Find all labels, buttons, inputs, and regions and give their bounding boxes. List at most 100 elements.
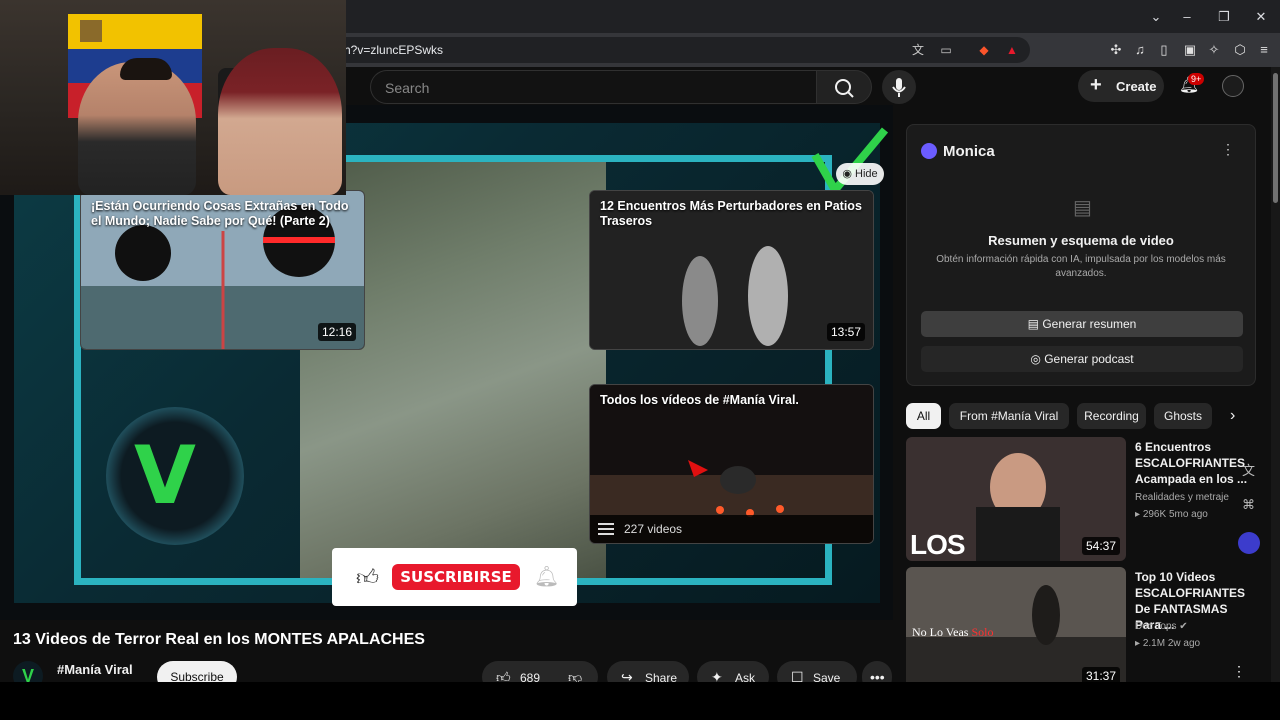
generate-summary-button[interactable]: ▤ Generar resumen xyxy=(921,311,1243,337)
monica-heading: Resumen y esquema de video xyxy=(988,233,1174,248)
monica-title: Monica xyxy=(943,143,995,160)
webcam-overlay xyxy=(0,0,346,195)
thumbs-up-icon: 👍︎ xyxy=(356,565,379,590)
endcard-video-1[interactable]: ¡Están Ocurriendo Cosas Extrañas en Todo… xyxy=(80,190,365,350)
screen: ⌄ – ❐ ✕ h?v=zluncEPSwks 文 ▭ ◆ ▲ ✣ ♫ ▯ ▣ … xyxy=(0,0,1280,720)
hide-endscreen-button[interactable]: ◉ Hide xyxy=(836,163,884,185)
brave-rewards-icon[interactable]: ▲ xyxy=(1004,42,1020,58)
notification-count-badge: 9+ xyxy=(1188,73,1205,85)
brave-shield-icon[interactable]: ◆ xyxy=(976,42,992,58)
rec-meta-2: ▸ 2.1M 2w ago xyxy=(1135,638,1200,649)
rec-channel-1: Realidades y metraje xyxy=(1135,492,1229,503)
video-title: 13 Videos de Terror Real en los MONTES A… xyxy=(13,631,425,648)
rec-duration-1: 54:37 xyxy=(1081,537,1120,555)
translate-side-icon[interactable]: 文 xyxy=(1242,460,1255,479)
endcard-duration-1: 12:16 xyxy=(317,323,356,341)
chips-next-icon[interactable]: › xyxy=(1230,407,1235,425)
chip-recording[interactable]: Recording xyxy=(1077,403,1146,429)
hide-label: Hide xyxy=(855,168,878,180)
rec-age-2: 2w ago xyxy=(1167,638,1201,649)
filter-chips: All From #Manía Viral Recording Ghosts › xyxy=(906,403,1256,429)
endcard-title-3: Todos los vídeos de #Manía Viral. xyxy=(600,393,799,407)
rec-channel-name-2: Doc Tops xyxy=(1135,621,1177,632)
close-window-icon[interactable]: ✕ xyxy=(1250,6,1272,28)
endcard-video-2[interactable]: 12 Encuentros Más Perturbadores en Patio… xyxy=(589,190,874,350)
generate-summary-label: Generar resumen xyxy=(1042,317,1137,331)
extensions-icon[interactable]: ✣ xyxy=(1108,42,1124,58)
monica-float-icon[interactable] xyxy=(1238,532,1260,554)
rec-thumbnail-2: No Lo Veas Solo 31:37 xyxy=(906,567,1126,691)
playlist-video-count: 227 videos xyxy=(624,522,683,536)
rec-title-1: 6 Encuentros ESCALOFRIANTES Acampada en … xyxy=(1135,440,1248,486)
rec-menu-icon[interactable]: ⋮ xyxy=(1232,663,1246,680)
voice-search-button[interactable] xyxy=(882,70,916,104)
endcard-playlist[interactable]: Todos los vídeos de #Manía Viral. 227 vi… xyxy=(589,384,874,544)
hide-eye-icon: ◉ xyxy=(842,168,852,180)
apps-side-icon[interactable]: ⌘ xyxy=(1242,497,1255,513)
search-input[interactable]: Search xyxy=(370,70,816,104)
verified-icon: ✔ xyxy=(1179,621,1188,632)
rec-views-1: 296K xyxy=(1142,509,1167,520)
subscribe-overlay: 👍︎ SUSCRIBIRSE 🔔︎ xyxy=(332,548,577,606)
rec-meta-1: ▸ 296K 5mo ago xyxy=(1135,509,1208,520)
summary-icon: ▤ xyxy=(1027,317,1039,331)
create-label: Create xyxy=(1116,79,1157,94)
minimize-icon[interactable]: – xyxy=(1176,6,1198,28)
plus-icon: + xyxy=(1090,74,1102,96)
podcast-icon: ◎ xyxy=(1030,352,1041,366)
wallet-icon[interactable]: ▣ xyxy=(1182,42,1198,58)
rec-channel-2: Doc Tops ✔ xyxy=(1135,621,1188,632)
playlist-bar: 227 videos xyxy=(590,515,873,543)
logo-v-icon: V xyxy=(134,429,196,522)
search-icon xyxy=(835,79,854,98)
monica-description: Obtén información rápida con IA, impulsa… xyxy=(936,254,1226,279)
microphone-icon xyxy=(892,78,906,97)
channel-name[interactable]: #Manía Viral xyxy=(57,662,133,677)
sidebar-icon[interactable]: ▯ xyxy=(1156,42,1172,58)
recommendation-1[interactable]: LOS APALACHES 54:37 6 Encuentros ESCALOF… xyxy=(906,437,1256,561)
bell-overlay-icon: 🔔︎ xyxy=(534,566,560,588)
person-left xyxy=(78,62,196,195)
chip-from-channel[interactable]: From #Manía Viral xyxy=(949,403,1069,429)
generate-podcast-label: Generar podcast xyxy=(1044,352,1134,366)
rec-thumbnail-1: LOS APALACHES 54:37 xyxy=(906,437,1126,561)
channel-logo: V xyxy=(106,407,244,545)
monica-menu-icon[interactable]: ⋮ xyxy=(1221,141,1235,158)
chip-all[interactable]: All xyxy=(906,403,941,429)
rec-thumb-text-2b: Solo xyxy=(971,625,994,639)
hair-left xyxy=(120,58,172,80)
rec-views-2: 2.1M xyxy=(1142,638,1166,649)
generate-podcast-button[interactable]: ◎ Generar podcast xyxy=(921,346,1243,372)
tab-search-icon[interactable]: ⌄ xyxy=(1145,6,1167,28)
scrollbar-thumb[interactable] xyxy=(1273,73,1278,203)
search-placeholder: Search xyxy=(385,80,430,96)
rec-trending-icon: ▸ xyxy=(1135,509,1141,520)
menu-icon[interactable]: ≡ xyxy=(1256,42,1272,58)
endcard-title-2: 12 Encuentros Más Perturbadores en Patio… xyxy=(600,199,862,228)
address-bar[interactable]: h?v=zluncEPSwks 文 ▭ ◆ ▲ xyxy=(330,37,1030,63)
rec-thumb-text-2a: No Lo Veas xyxy=(912,625,969,639)
media-icon[interactable]: ♫ xyxy=(1132,42,1148,58)
chip-ghosts[interactable]: Ghosts xyxy=(1154,403,1212,429)
search-button[interactable] xyxy=(816,70,872,104)
leo-ai-icon[interactable]: ✧ xyxy=(1206,42,1222,58)
create-button[interactable]: + Create xyxy=(1078,70,1164,102)
rec-age-1: 5mo ago xyxy=(1168,509,1208,520)
rec-trending-icon-2: ▸ xyxy=(1135,638,1141,649)
restore-icon[interactable]: ❐ xyxy=(1213,6,1235,28)
translate-icon[interactable]: 文 xyxy=(910,42,926,58)
person-right xyxy=(218,48,342,195)
bottom-black-bar xyxy=(0,682,1280,720)
recommendation-2[interactable]: No Lo Veas Solo 31:37 Top 10 Videos ESCA… xyxy=(906,567,1256,691)
account-avatar[interactable] xyxy=(1222,75,1244,97)
endcard-title-1: ¡Están Ocurriendo Cosas Extrañas en Todo… xyxy=(91,199,349,228)
subscribe-overlay-button[interactable]: SUSCRIBIRSE xyxy=(392,564,520,590)
url-text: h?v=zluncEPSwks xyxy=(344,43,444,57)
playlist-icon xyxy=(598,523,614,535)
endcard-duration-2: 13:57 xyxy=(826,323,865,341)
page-scrollbar[interactable] xyxy=(1271,67,1280,682)
document-icon: ▤ xyxy=(1073,197,1092,219)
cast-icon[interactable]: ▭ xyxy=(938,42,954,58)
monica-logo-icon xyxy=(921,143,937,159)
vpn-icon[interactable]: ⬡ xyxy=(1232,42,1248,58)
